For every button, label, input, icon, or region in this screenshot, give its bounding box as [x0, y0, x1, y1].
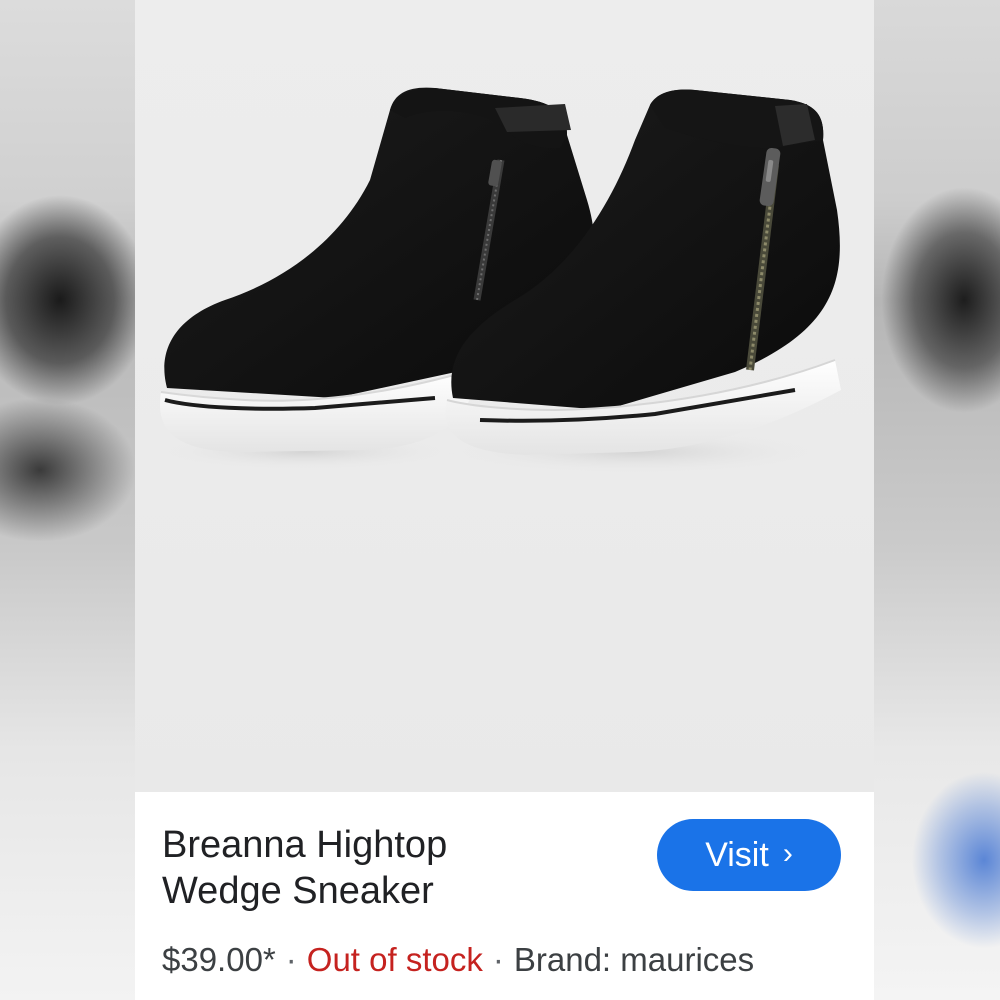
product-meta-row: $39.00* · Out of stock · Brand: maurices — [162, 940, 754, 980]
stock-status: Out of stock — [306, 941, 483, 978]
product-brand: Brand: maurices — [513, 941, 755, 978]
screenshot-frame: Breanna Hightop Wedge Sneaker Visit › $3… — [0, 0, 1000, 1000]
product-price: $39.00* — [162, 941, 276, 978]
separator-dot: · — [285, 941, 297, 978]
separator-dot: · — [492, 941, 504, 978]
product-card[interactable]: Breanna Hightop Wedge Sneaker Visit › $3… — [135, 0, 874, 1000]
product-title-line1: Breanna Hightop — [162, 824, 448, 866]
chevron-right-icon: › — [782, 837, 793, 870]
visit-button-label: Visit — [705, 835, 769, 874]
sneakers-illustration — [155, 87, 841, 474]
product-image[interactable] — [135, 0, 874, 792]
visit-button[interactable]: Visit › — [657, 819, 841, 891]
product-title-line2: Wedge Sneaker — [162, 870, 434, 912]
product-title[interactable]: Breanna Hightop Wedge Sneaker — [162, 822, 602, 914]
blurred-backdrop-right — [874, 0, 1000, 1000]
blurred-backdrop-left — [0, 0, 140, 1000]
product-info-panel: Breanna Hightop Wedge Sneaker Visit › $3… — [135, 792, 874, 1000]
